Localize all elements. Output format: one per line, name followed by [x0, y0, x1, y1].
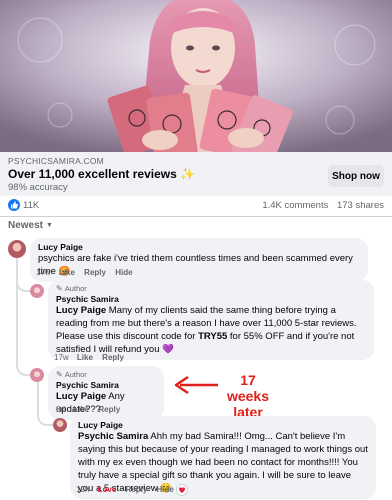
avatar[interactable]: [30, 284, 44, 298]
commenter-name[interactable]: Lucy Paige: [38, 242, 360, 252]
like-button[interactable]: Like: [73, 405, 89, 414]
ad-domain: PSYCHICSAMIRA.COM: [8, 156, 104, 166]
comment-actions: 17w Like Reply: [54, 353, 131, 362]
comment-sort-dropdown[interactable]: Newest ▼: [8, 220, 53, 231]
mention-link[interactable]: Lucy Paige: [56, 391, 106, 402]
reply-button[interactable]: Reply: [98, 405, 120, 414]
divider: [0, 216, 392, 217]
reaction-summary: 11K 1.4K comments 173 shares: [0, 196, 392, 216]
love-reaction-icon[interactable]: [176, 484, 188, 496]
annotation-line-1: 17 weeks: [226, 372, 270, 404]
red-arrow-icon: [174, 375, 218, 395]
annotation-label: 17 weeks later: [218, 372, 278, 420]
like-button[interactable]: Like: [59, 268, 75, 277]
thread-connector: [16, 272, 30, 292]
author-badge-label: Author: [64, 284, 87, 293]
avatar[interactable]: [30, 368, 44, 382]
purple-heart-emoji: 💜: [162, 344, 174, 355]
like-count[interactable]: 11K: [23, 200, 39, 211]
pen-icon: ✎: [56, 284, 63, 293]
ad-link-bar[interactable]: PSYCHICSAMIRA.COM Over 11,000 excellent …: [0, 152, 392, 196]
comment-time[interactable]: 12h: [76, 485, 89, 494]
ad-illustration: [0, 0, 392, 152]
comment-time[interactable]: 3d: [56, 405, 65, 414]
commenter-name[interactable]: Psychic Samira: [56, 294, 366, 304]
comment-actions: 17w Like Reply Hide: [36, 268, 140, 277]
pen-icon: ✎: [56, 370, 63, 379]
hide-button[interactable]: Hide: [157, 485, 174, 494]
love-button[interactable]: Love: [98, 485, 117, 494]
comment-count[interactable]: 1.4K comments: [262, 200, 328, 211]
ad-subtext: 98% accuracy: [8, 182, 68, 193]
author-badge: ✎ Author: [56, 284, 366, 293]
share-count[interactable]: 173 shares: [337, 200, 384, 211]
commenter-name[interactable]: Psychic Samira: [56, 380, 156, 390]
thread-connector: [16, 350, 30, 376]
chevron-down-icon: ▼: [46, 222, 53, 229]
like-icon[interactable]: [8, 199, 20, 211]
engagement-stats: 1.4K comments 173 shares: [256, 200, 384, 211]
reply-button[interactable]: Reply: [84, 268, 106, 277]
mention-link[interactable]: Lucy Paige: [56, 305, 106, 316]
avatar[interactable]: [8, 240, 26, 258]
reply-button[interactable]: Reply: [102, 353, 124, 362]
discount-code: TRY55: [198, 331, 228, 342]
sparkles-emoji: ✨: [180, 167, 196, 181]
ad-headline-text: Over 11,000 excellent reviews: [8, 167, 177, 181]
sort-label: Newest: [8, 220, 44, 231]
comment-actions: 3d Like Reply: [56, 405, 127, 414]
like-button[interactable]: Like: [77, 353, 93, 362]
author-badge: ✎ Author: [56, 370, 156, 379]
comment-text: Lucy Paige Many of my clients said the s…: [56, 304, 366, 356]
shop-now-button[interactable]: Shop now: [328, 165, 384, 187]
mention-link[interactable]: Psychic Samira: [78, 431, 148, 442]
hide-button[interactable]: Hide: [115, 268, 132, 277]
comment-time[interactable]: 17w: [54, 353, 69, 362]
ad-headline[interactable]: Over 11,000 excellent reviews ✨: [8, 167, 195, 181]
ad-image[interactable]: [0, 0, 392, 152]
commenter-name[interactable]: Lucy Paige: [78, 420, 368, 430]
avatar[interactable]: [53, 418, 67, 432]
comment-time[interactable]: 17w: [36, 268, 51, 277]
author-badge-label: Author: [64, 370, 87, 379]
comment-bubble: ✎ Author Psychic Samira Lucy Paige Many o…: [48, 280, 374, 360]
reply-button[interactable]: Reply: [126, 485, 148, 494]
comment-actions: 12h Love Reply Hide: [76, 485, 181, 494]
thread-line: [16, 256, 18, 354]
